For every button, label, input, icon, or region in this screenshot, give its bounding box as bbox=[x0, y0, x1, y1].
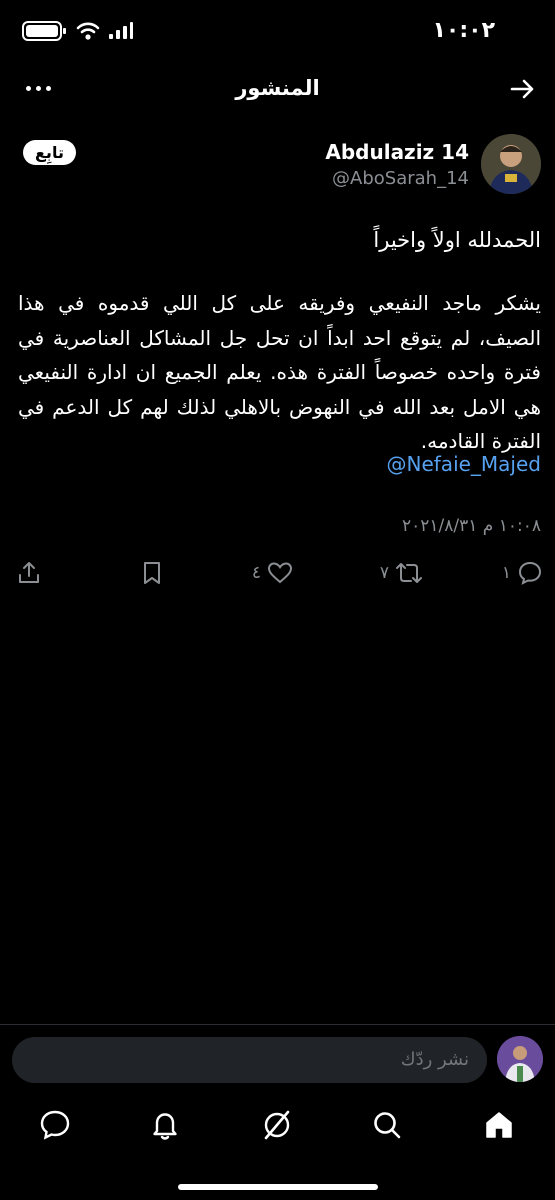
share-action[interactable] bbox=[16, 560, 42, 586]
reply-icon bbox=[518, 561, 542, 585]
retweet-count: ٧ bbox=[379, 563, 389, 583]
mention-link[interactable]: @Nefaie_Majed bbox=[387, 452, 542, 476]
tweet-text-paragraph: يشكر ماجد النفيعي وفريقه على كل اللي قدم… bbox=[18, 291, 541, 453]
tweet-timestamp: ١٠:٠٨ م ٢٠٢١/٨/٣١ bbox=[402, 516, 541, 536]
user-handle[interactable]: @AboSarah_14 bbox=[332, 168, 469, 189]
retweet-action[interactable]: ٧ bbox=[380, 560, 423, 586]
follow-button[interactable]: تابِع bbox=[23, 140, 76, 165]
like-action[interactable]: ٤ bbox=[252, 560, 293, 586]
heart-icon bbox=[267, 562, 293, 584]
retweet-icon bbox=[396, 563, 422, 583]
reply-count: ١ bbox=[501, 563, 511, 583]
reply-divider bbox=[0, 1024, 555, 1025]
avatar[interactable] bbox=[481, 134, 541, 194]
reply-placeholder: نشر ردّك bbox=[400, 1049, 469, 1070]
search-icon[interactable] bbox=[370, 1108, 404, 1142]
signal-icon bbox=[109, 22, 133, 39]
back-arrow-icon[interactable] bbox=[507, 74, 537, 104]
more-options-icon[interactable] bbox=[26, 86, 51, 91]
battery-icon bbox=[22, 21, 66, 41]
notifications-icon[interactable] bbox=[148, 1108, 182, 1142]
messages-icon[interactable] bbox=[38, 1108, 72, 1142]
wifi-icon bbox=[76, 22, 100, 40]
page-title: المنشور bbox=[235, 76, 320, 100]
tweet-text-line1: الحمدلله اولاً واخيراً bbox=[373, 228, 541, 252]
reply-action[interactable]: ١ bbox=[502, 560, 543, 586]
current-user-avatar[interactable] bbox=[497, 1036, 543, 1082]
bookmark-action[interactable] bbox=[140, 560, 164, 586]
bookmark-icon bbox=[144, 562, 160, 584]
share-icon bbox=[19, 562, 39, 583]
home-icon[interactable] bbox=[482, 1108, 516, 1142]
home-indicator bbox=[178, 1184, 378, 1190]
status-icons bbox=[22, 20, 134, 42]
user-display-name[interactable]: Abdulaziz 14 bbox=[325, 140, 469, 164]
like-count: ٤ bbox=[251, 563, 261, 583]
status-time: ١٠:٠٢ bbox=[432, 18, 495, 43]
grok-icon[interactable] bbox=[260, 1108, 294, 1142]
